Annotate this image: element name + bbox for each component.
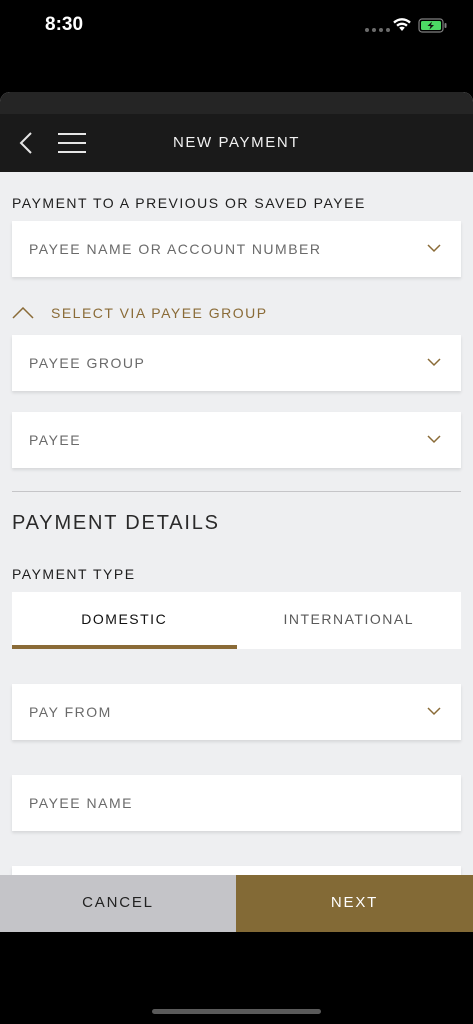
- previous-payee-heading: PAYMENT TO A PREVIOUS OR SAVED PAYEE: [12, 195, 366, 211]
- chevron-down-icon: [427, 707, 441, 716]
- payee-name-or-account-label: PAYEE NAME OR ACCOUNT NUMBER: [29, 241, 322, 257]
- home-indicator[interactable]: [152, 1009, 321, 1014]
- payee-group-label: PAYEE GROUP: [29, 355, 146, 371]
- payee-name-or-account-select[interactable]: PAYEE NAME OR ACCOUNT NUMBER: [12, 221, 461, 277]
- payee-group-select[interactable]: PAYEE GROUP: [12, 335, 461, 391]
- payee-label: PAYEE: [29, 432, 82, 448]
- sheet-top-bar: [0, 92, 473, 114]
- cellular-signal-icon: [365, 28, 390, 32]
- next-button[interactable]: NEXT: [236, 875, 473, 932]
- select-via-payee-group-toggle[interactable]: SELECT VIA PAYEE GROUP: [12, 304, 312, 324]
- tab-domestic[interactable]: DOMESTIC: [12, 592, 237, 649]
- chevron-down-icon: [427, 435, 441, 444]
- tab-international[interactable]: INTERNATIONAL: [237, 592, 462, 649]
- wifi-icon: [393, 18, 411, 31]
- chevron-down-icon: [427, 244, 441, 253]
- chevron-down-icon: [427, 358, 441, 367]
- payment-type-label: PAYMENT TYPE: [12, 566, 136, 582]
- payee-select[interactable]: PAYEE: [12, 412, 461, 468]
- selected-tab-indicator: [12, 645, 237, 649]
- navigation-bar: NEW PAYMENT: [0, 114, 473, 172]
- payment-details-title: PAYMENT DETAILS: [12, 512, 220, 534]
- status-bar: 8:30: [0, 0, 473, 54]
- action-footer: CANCEL NEXT: [0, 875, 473, 932]
- battery-charging-icon: [418, 18, 447, 33]
- section-divider: [12, 491, 461, 492]
- payee-name-field[interactable]: PAYEE NAME: [12, 775, 461, 831]
- payment-type-tabs: DOMESTIC INTERNATIONAL: [12, 592, 461, 649]
- payee-name-label: PAYEE NAME: [29, 795, 133, 811]
- payment-sheet: NEW PAYMENT PAYMENT TO A PREVIOUS OR SAV…: [0, 92, 473, 932]
- cancel-button[interactable]: CANCEL: [0, 875, 236, 932]
- status-time: 8:30: [45, 14, 84, 35]
- pay-from-select[interactable]: PAY FROM: [12, 684, 461, 740]
- select-via-payee-group-label: SELECT VIA PAYEE GROUP: [51, 305, 268, 321]
- page-title: NEW PAYMENT: [172, 134, 301, 151]
- chevron-up-icon: [12, 307, 34, 319]
- pay-from-label: PAY FROM: [29, 704, 112, 720]
